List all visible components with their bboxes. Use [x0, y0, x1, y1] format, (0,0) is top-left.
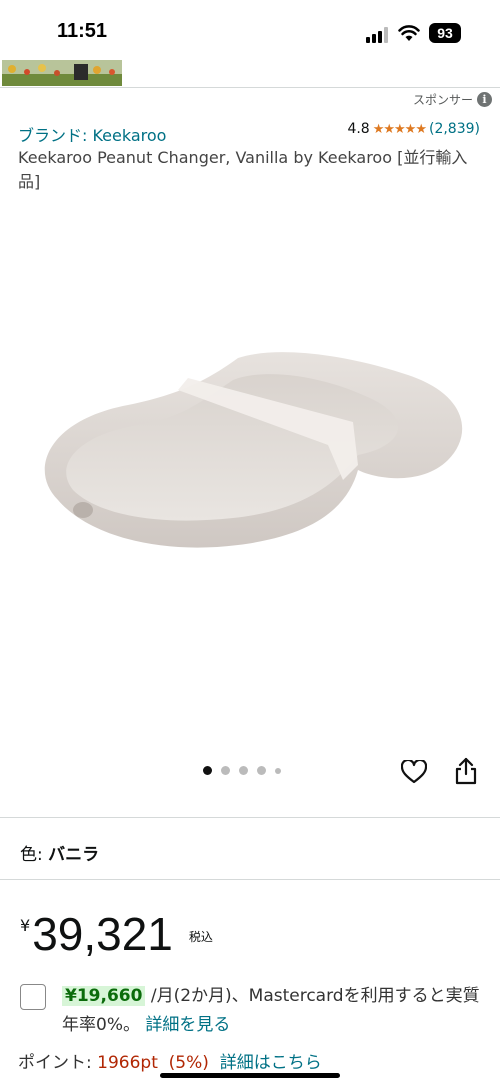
currency-symbol: ¥ [20, 916, 31, 935]
points-value: 1966pt (5%) [97, 1053, 209, 1073]
star-rating-icon: ★★★★★ [372, 121, 427, 137]
carousel-dot[interactable] [203, 766, 212, 775]
monthly-amount: ¥19,660 [62, 986, 146, 1006]
home-indicator [160, 1073, 340, 1078]
brand-link[interactable]: ブランド: Keekaroo [18, 122, 166, 146]
sponsor-text: スポンサー [412, 93, 473, 107]
price-value: 39,321 [32, 908, 173, 960]
image-carousel-dots[interactable] [203, 766, 281, 775]
peanut-changer-product-image[interactable] [18, 340, 478, 560]
installment-text: ¥19,660 /月(2か月)、Mastercardを利用すると実質年率0%。 … [62, 982, 492, 1040]
section-divider [0, 879, 500, 880]
heart-icon[interactable] [401, 760, 427, 784]
carousel-dot[interactable] [257, 766, 266, 775]
carousel-dot[interactable] [221, 766, 230, 775]
battery-indicator: 93 [429, 23, 461, 43]
color-label: 色: [20, 845, 49, 865]
color-value: バニラ [48, 845, 100, 865]
sponsored-label[interactable]: スポンサー i [413, 91, 492, 108]
rating[interactable]: 4.8 ★★★★★ (2,839) [347, 121, 480, 137]
points-label: ポイント: [18, 1053, 98, 1073]
price: ¥ 39,321 税込 [20, 908, 213, 960]
ad-banner[interactable] [0, 60, 500, 88]
wifi-icon [398, 25, 420, 41]
color-selection[interactable]: 色: バニラ [20, 840, 99, 865]
status-bar: 11:51 93 [0, 0, 500, 58]
status-time: 11:51 [57, 20, 108, 42]
banner-ad-image[interactable] [2, 60, 122, 86]
section-divider [0, 817, 500, 818]
carousel-dot[interactable] [239, 766, 248, 775]
installment-details-link[interactable]: 詳細を見る [145, 1015, 230, 1035]
tax-included-label: 税込 [188, 930, 213, 944]
product-title: Keekaroo Peanut Changer, Vanilla by Keek… [18, 148, 468, 191]
cellular-signal-icon [366, 27, 388, 43]
carousel-dot[interactable] [275, 767, 281, 774]
points-row: ポイント: 1966pt (5%) 詳細はこちら [18, 1048, 322, 1073]
points-details-link[interactable]: 詳細はこちら [209, 1053, 322, 1073]
installment-checkbox[interactable] [20, 984, 46, 1010]
info-icon[interactable]: i [477, 92, 492, 107]
rating-value: 4.8 [347, 121, 370, 137]
share-icon[interactable] [454, 757, 478, 785]
rating-count-link[interactable]: (2,839) [429, 121, 480, 137]
